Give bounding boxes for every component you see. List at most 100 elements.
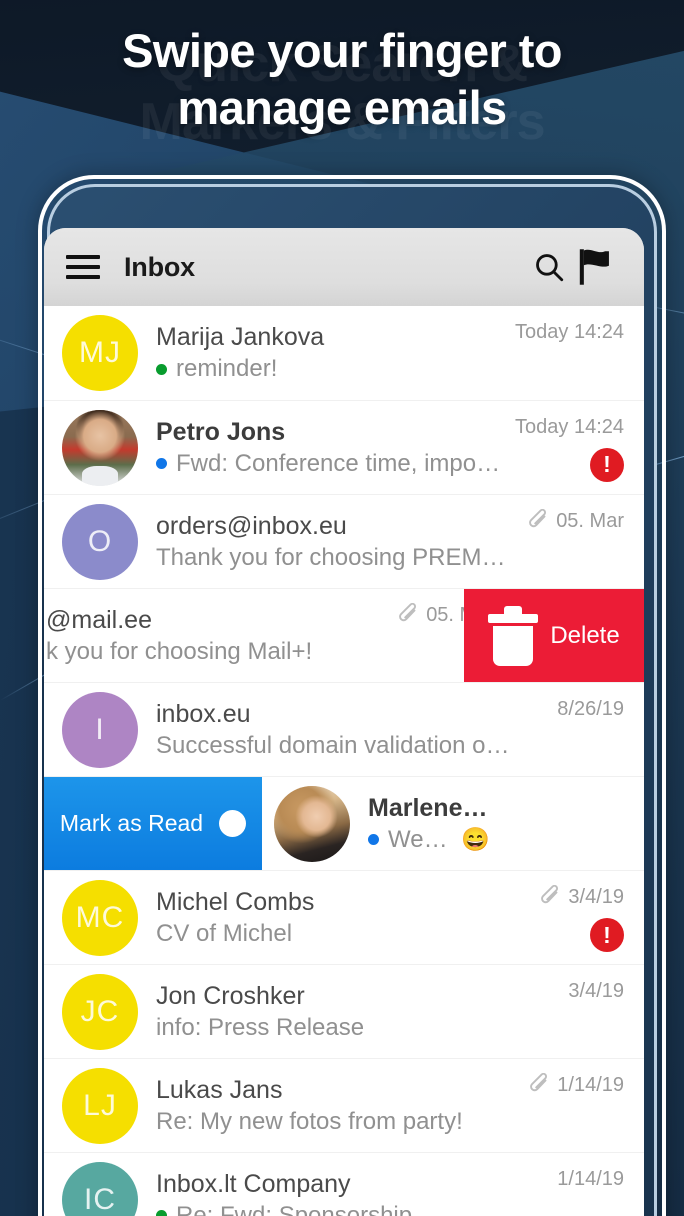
promo-screenshot: Quick Search & Markers & Filters Swipe y… xyxy=(0,0,684,1216)
email-subject-line: Re: My new fotos from party! xyxy=(156,1107,510,1137)
email-row-body: orders@inbox.eu Thank you for choosing PR… xyxy=(138,511,520,573)
email-row-content: O@mail.eek you for choosing Mail+!05. Ma… xyxy=(44,598,514,674)
email-subject-line: info: Press Release xyxy=(156,1013,510,1043)
attachment-icon xyxy=(399,603,419,627)
email-subject-line: reminder! xyxy=(156,354,505,384)
email-row-meta: 1/14/19 xyxy=(520,1162,624,1216)
avatar[interactable] xyxy=(62,409,138,486)
email-row-meta: 1/14/19 xyxy=(520,1068,624,1144)
email-list-item[interactable]: Petro Jons Fwd: Conference time, importan… xyxy=(44,400,644,494)
email-sender: Lukas Jans xyxy=(156,1075,283,1104)
page-title-line-1: Swipe your finger to xyxy=(122,24,562,77)
email-row-body: Lukas Jans Re: My new fotos from party! xyxy=(138,1075,520,1137)
avatar[interactable]: MC xyxy=(62,879,138,956)
email-list[interactable]: MJ Marija Jankova reminder! Today 14:24 Petr… xyxy=(44,306,644,1216)
swipe-action-mark-as-read-label: Mark as Read xyxy=(59,810,204,836)
email-sender: inbox.eu xyxy=(156,699,251,728)
email-sender: Petro Jons xyxy=(156,417,286,446)
email-subject-line: k you for choosing Mail+! xyxy=(46,637,380,667)
unread-dot xyxy=(156,1210,167,1216)
email-subject-line: Successful domain validation on the Inbo… xyxy=(156,731,510,761)
email-date: 1/14/19 xyxy=(557,1073,624,1096)
priority-badge-icon: ! xyxy=(590,447,624,482)
email-list-item[interactable]: MJ Marija Jankova reminder! Today 14:24 xyxy=(44,306,644,400)
email-date: Today 14:24 xyxy=(515,321,624,343)
email-subject: Fwd: Conference time, important xyxy=(176,449,506,477)
avatar-initials: JC xyxy=(80,994,120,1028)
email-list-item[interactable]: LJ Lukas Jans Re: My new fotos from party!… xyxy=(44,1058,644,1152)
email-list-item[interactable]: IC Inbox.lt Company Re: Fwd: Sponsorship 1/… xyxy=(44,1152,644,1216)
email-row-body: Inbox.lt Company Re: Fwd: Sponsorship xyxy=(138,1169,520,1216)
email-meta-top: 3/4/19 xyxy=(541,885,624,909)
email-subject-line: Weekend offer 😄 xyxy=(368,825,490,855)
avatar-initials: MC xyxy=(75,900,125,934)
email-row-body: inbox.eu Successful domain validation on … xyxy=(138,699,520,761)
email-row-meta: Today 14:24 xyxy=(515,315,624,391)
attachment-icon xyxy=(530,1073,550,1097)
email-row-meta: 05. Mar xyxy=(520,504,624,580)
email-row-body: Jon Croshker info: Press Release xyxy=(138,981,520,1043)
email-subject: Re: My new fotos from party! xyxy=(156,1107,463,1135)
promo-headline-block: Quick Search & Markers & Filters Swipe y… xyxy=(0,22,684,151)
avatar[interactable]: O xyxy=(62,503,138,580)
page-title-line-2: manage emails xyxy=(177,81,507,134)
email-subject-line: Re: Fwd: Sponsorship xyxy=(156,1201,510,1216)
phone-screen: Inbox MJ Marija Jankova reminder! Today 14:… xyxy=(44,228,644,1216)
email-list-item[interactable]: O@mail.eek you for choosing Mail+!05. Ma… xyxy=(44,588,644,682)
email-row-meta: 3/4/19! xyxy=(520,880,624,956)
trash-icon xyxy=(488,605,539,666)
avatar[interactable]: LJ xyxy=(62,1067,138,1144)
email-sender: Inbox.lt Company xyxy=(156,1169,351,1198)
avatar[interactable]: I xyxy=(62,691,138,768)
email-subject: Re: Fwd: Sponsorship xyxy=(176,1201,413,1216)
email-sender: Marlene Ellis xyxy=(368,793,490,822)
avatar[interactable]: IC xyxy=(62,1161,138,1216)
unread-dot xyxy=(368,834,379,845)
attachment-icon xyxy=(529,509,549,533)
email-subject-line: CV of Michel xyxy=(156,919,510,949)
app-bar: Inbox xyxy=(44,228,644,306)
email-row-meta: 3/4/19 xyxy=(520,974,624,1050)
swipe-action-mark-as-read-button[interactable]: Mark as Read xyxy=(44,777,262,870)
email-date: 8/26/19 xyxy=(557,697,624,720)
attachment-icon xyxy=(541,885,561,909)
email-date: 3/4/19 xyxy=(568,979,624,1002)
avatar-initials: MJ xyxy=(79,336,121,369)
email-row-body: @mail.ee k you for choosing Mail+! xyxy=(44,605,390,667)
email-row-body: Petro Jons Fwd: Conference time, importan… xyxy=(138,417,515,479)
app-bar-title: Inbox xyxy=(124,251,195,282)
avatar-initials: I xyxy=(95,712,105,746)
avatar-initials: IC xyxy=(84,1182,116,1216)
email-subject: CV of Michel xyxy=(156,919,293,947)
avatar[interactable]: MJ xyxy=(62,315,138,391)
avatar[interactable]: JC xyxy=(62,973,138,1050)
search-icon[interactable] xyxy=(526,244,572,290)
email-subject: k you for choosing Mail+! xyxy=(46,637,313,665)
filled-circle-icon xyxy=(219,810,247,837)
email-meta-top: 1/14/19 xyxy=(530,1073,624,1097)
email-sender: Jon Croshker xyxy=(156,981,305,1010)
avatar-initials: LJ xyxy=(83,1088,117,1122)
hamburger-menu-icon[interactable] xyxy=(66,255,100,279)
email-subject-line: Thank you for choosing PREMIUM Busines… xyxy=(156,543,510,573)
email-list-item[interactable]: JC Jon Croshker info: Press Release 3/4/19 xyxy=(44,964,644,1058)
email-list-item[interactable]: Mark as Read Marlene Ellis Weekend offer 😄 xyxy=(44,776,644,870)
email-subject: info: Press Release xyxy=(156,1013,365,1041)
email-list-item[interactable]: MC Michel Combs CV of Michel 3/4/19! xyxy=(44,870,644,964)
email-row-meta: 8/26/19 xyxy=(520,692,624,768)
email-list-item[interactable]: Oorders@inbox.eu Thank you for choosing P… xyxy=(44,494,644,588)
email-sender: Marija Jankova xyxy=(156,323,325,351)
email-list-item[interactable]: Iinbox.eu Successful domain validation on… xyxy=(44,682,644,776)
email-subject: reminder! xyxy=(176,355,278,382)
email-sender: orders@inbox.eu xyxy=(156,511,347,540)
email-sender: @mail.ee xyxy=(46,605,152,634)
swipe-action-delete-button[interactable]: Delete xyxy=(464,589,644,682)
email-subject: Thank you for choosing PREMIUM Busines… xyxy=(156,543,510,571)
email-row-meta: Today 14:24! xyxy=(515,410,624,486)
priority-badge-icon: ! xyxy=(590,918,624,952)
email-row-body: Marlene Ellis Weekend offer 😄 xyxy=(350,793,500,855)
email-row-content: Marlene Ellis Weekend offer 😄 xyxy=(262,785,624,862)
email-date: 05. Mar xyxy=(556,509,624,532)
avatar[interactable] xyxy=(274,785,350,862)
flag-icon[interactable] xyxy=(572,244,618,290)
